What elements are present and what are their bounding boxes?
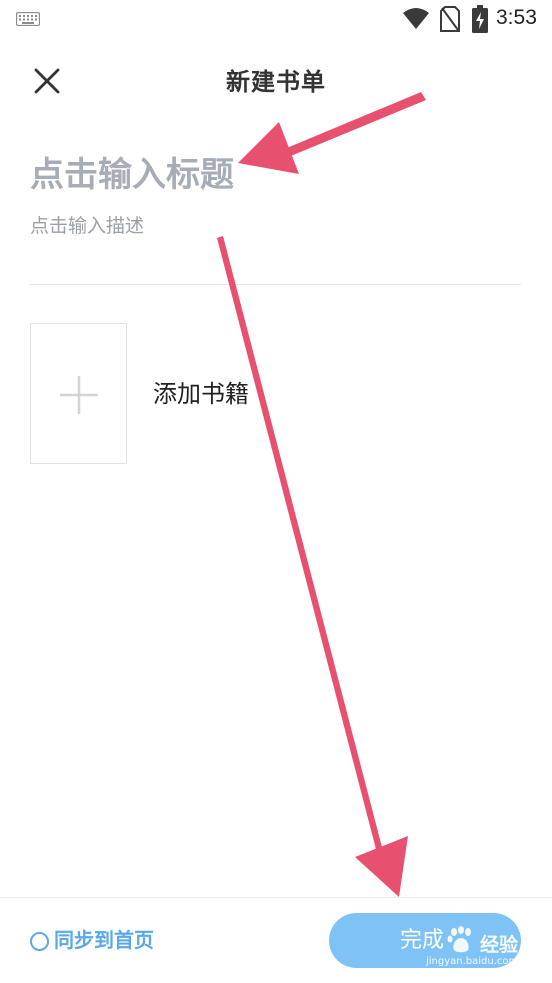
status-bar: 3:53	[0, 0, 552, 38]
add-book-placeholder[interactable]	[30, 323, 127, 464]
title-input[interactable]: 点击输入标题	[30, 150, 490, 200]
add-book-label: 添加书籍	[153, 380, 249, 408]
no-sim-icon	[440, 6, 460, 32]
paw-icon	[447, 926, 471, 953]
description-input[interactable]: 点击输入描述	[30, 210, 490, 242]
watermark-word: 经验	[480, 934, 519, 956]
status-time: 3:53	[496, 6, 537, 29]
add-book-button[interactable]: 添加书籍	[30, 323, 330, 466]
wifi-icon	[403, 8, 429, 29]
radio-circle-icon[interactable]	[30, 932, 49, 951]
annotation-arrows	[217, 92, 426, 897]
battery-charging-icon	[472, 5, 488, 33]
baidu-watermark: 经验 jingyan.baidu.com	[424, 922, 546, 972]
divider	[30, 284, 521, 285]
page-title: 新建书单	[226, 68, 326, 96]
watermark-url: jingyan.baidu.com	[426, 956, 519, 967]
keyboard-icon	[16, 12, 40, 26]
sync-label: 同步到首页	[54, 928, 154, 952]
plus-icon	[60, 376, 98, 414]
